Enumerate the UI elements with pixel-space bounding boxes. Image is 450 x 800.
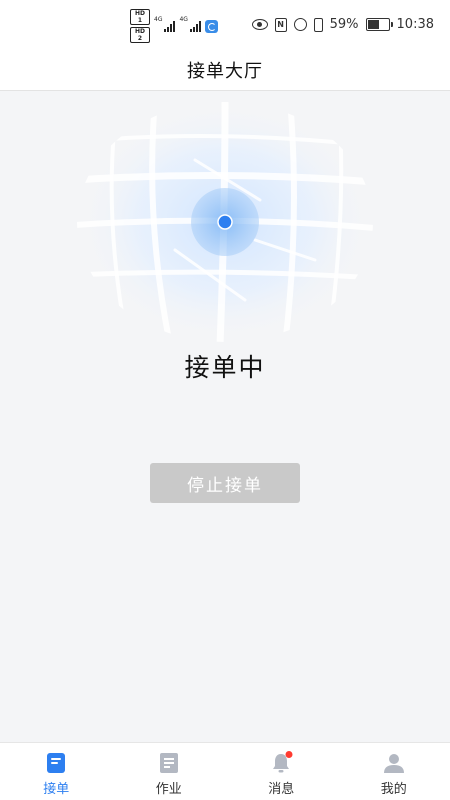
order-status-text: 接单中 [184,353,266,382]
user-icon [383,754,404,773]
map-globe-illustration [77,102,373,342]
status-right: N 59% 10:38 [251,17,434,32]
signal-icon [164,20,176,32]
tab-messages[interactable]: 消息 [225,743,338,800]
battery-icon [365,18,393,31]
unread-badge [285,751,293,758]
alarm-icon [293,18,307,31]
tab-profile[interactable]: 我的 [338,743,450,800]
bottom-tab-bar: 接单 作业 消息 我的 [0,742,450,800]
hd-icon: HD 2 [130,27,150,43]
eye-comfort-icon [251,19,268,30]
tab-tasks[interactable]: 作业 [113,743,226,800]
app-notification-icon [204,19,218,33]
tab-label: 我的 [380,782,407,797]
network-type-label: 4G [179,16,188,23]
tab-label: 作业 [155,782,182,797]
nfc-icon: N [274,17,287,32]
stop-accepting-button[interactable]: 停止接单 [150,463,300,503]
tab-orders[interactable]: 接单 [0,743,113,800]
bell-icon [273,751,293,773]
clock: 10:38 [396,17,434,32]
battery-percent: 59% [329,17,359,32]
tab-label: 接单 [43,782,70,797]
task-icon [159,753,178,773]
order-icon [47,753,66,773]
screen: HD 1 HD 2 4G 4G N 59% 10:38 接单大厅 接单中 停止接… [0,0,450,800]
hd-icon: HD 1 [130,9,150,25]
page-title: 接单大厅 [187,61,263,82]
header: 接单大厅 [0,50,450,91]
status-bar: HD 1 HD 2 4G 4G N 59% 10:38 [0,0,450,50]
tab-label: 消息 [268,782,295,797]
network-type-label: 4G [154,16,163,23]
hd-indicators: HD 1 HD 2 [130,9,150,43]
status-left: HD 1 HD 2 4G 4G [130,9,218,43]
vibrate-icon [313,17,323,32]
signal-icon [189,20,201,32]
